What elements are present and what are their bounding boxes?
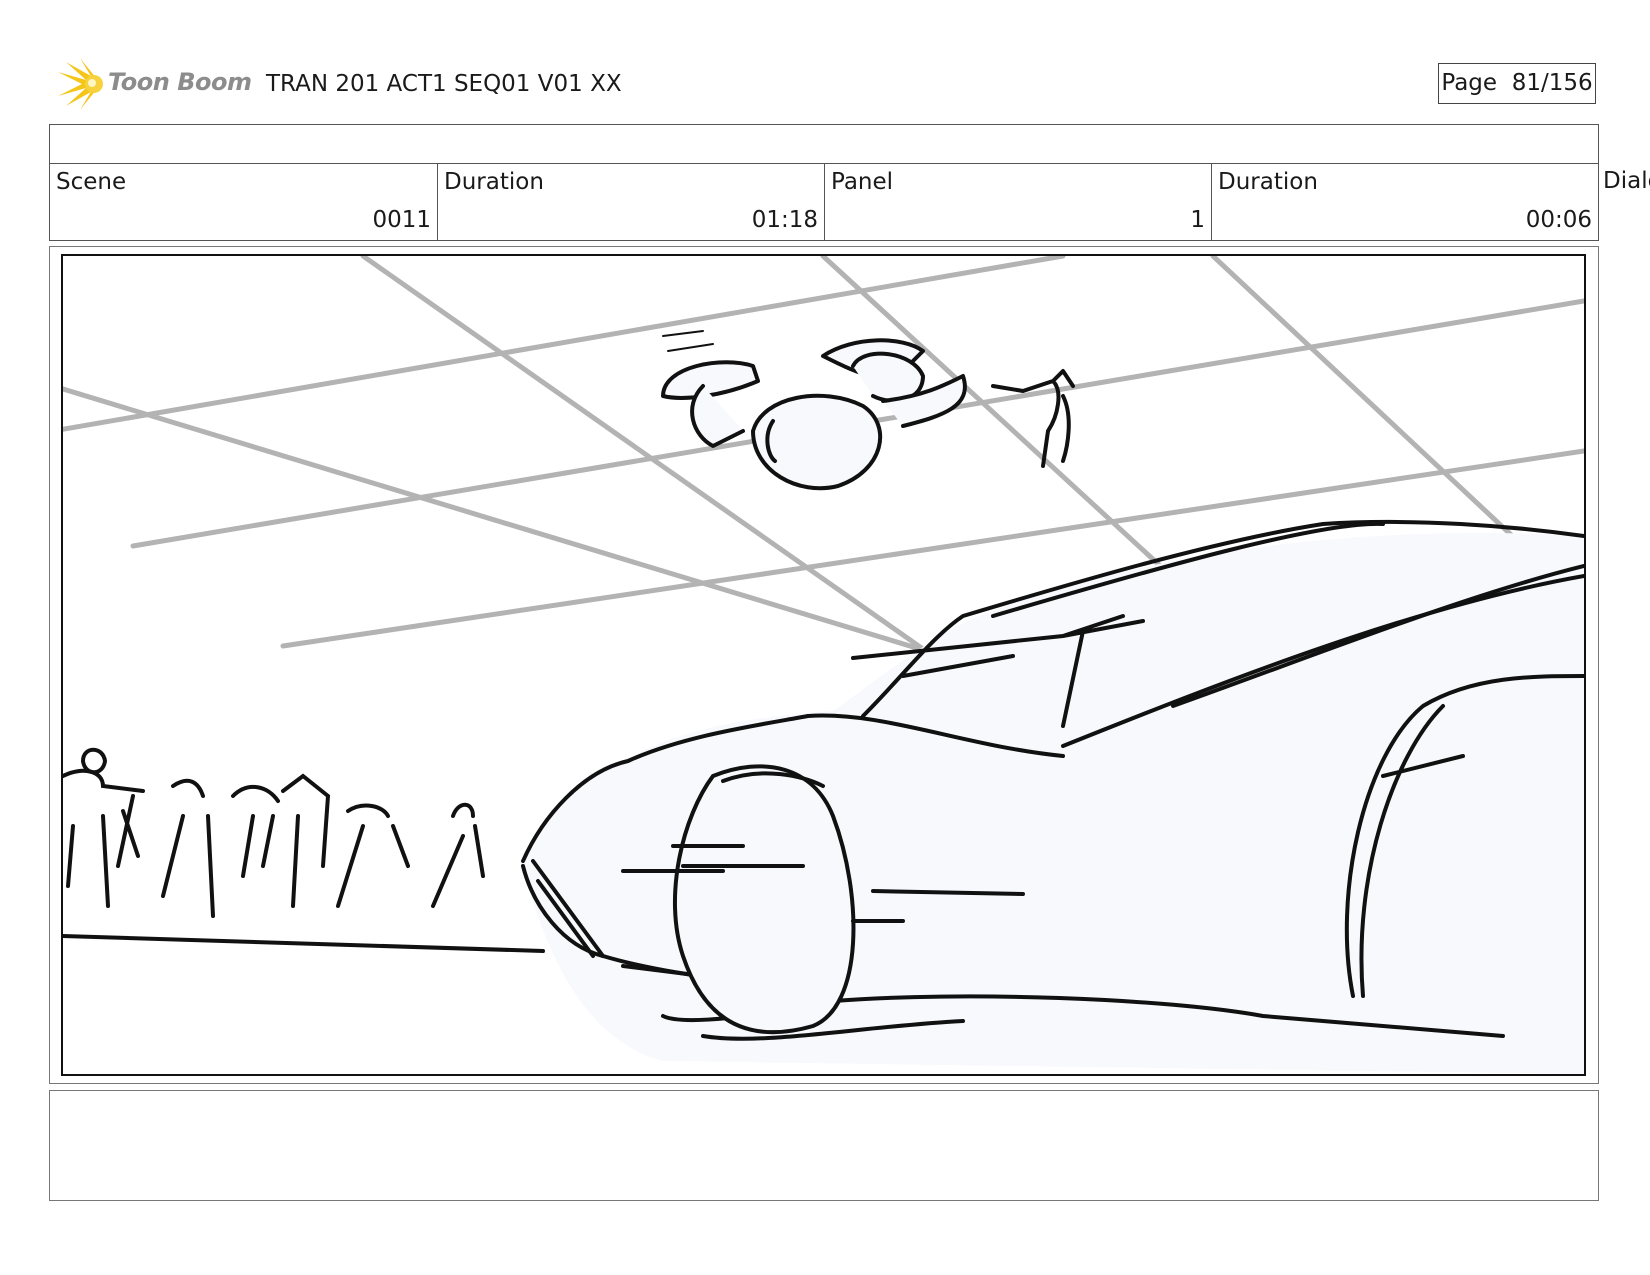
panel-duration-label: Duration (1218, 169, 1318, 195)
page-label: Page (1441, 70, 1498, 96)
scene-duration-value: 01:18 (751, 207, 818, 233)
scene-label: Scene (56, 169, 127, 195)
page-indicator: Page 81/156 (1438, 63, 1596, 104)
scene-cell: Scene 0011 (50, 163, 438, 241)
panel-duration-cell: Duration 00:06 (1212, 163, 1598, 241)
dialog-label: Dialo (1603, 168, 1650, 194)
scene-duration-label: Duration (444, 169, 544, 195)
panel-duration-value: 00:06 (1525, 207, 1592, 233)
panel-label: Panel (831, 169, 894, 195)
storyboard-panel-image (61, 254, 1586, 1076)
document-title: TRAN 201 ACT1 SEQ01 V01 XX (266, 71, 622, 97)
scene-info-table: Scene 0011 Duration 01:18 Panel 1 Durati… (49, 124, 1599, 241)
storyboard-sketch-icon (63, 256, 1584, 1074)
notes-box (49, 1090, 1599, 1201)
scene-value: 0011 (372, 207, 431, 233)
panel-value: 1 (1190, 207, 1205, 233)
panel-cell: Panel 1 (825, 163, 1212, 241)
scene-duration-cell: Duration 01:18 (438, 163, 825, 241)
logo-wordmark: Toon Boom (108, 68, 252, 96)
header-blank-row (50, 125, 1598, 164)
page-number: 81/156 (1511, 70, 1593, 96)
